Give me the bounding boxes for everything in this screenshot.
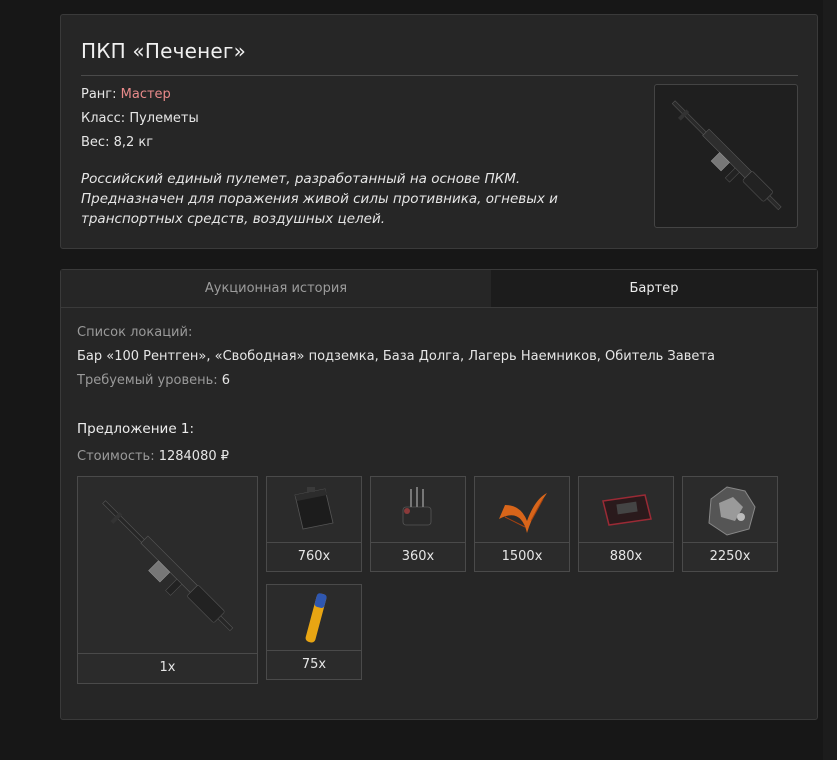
vial-icon [305, 593, 327, 643]
orange-fern-icon [499, 493, 547, 533]
red-tablet-icon [602, 494, 652, 526]
class-value: Пулеметы [129, 111, 199, 126]
ingredient-slot[interactable]: 880x [578, 476, 674, 572]
rank-label: Ранг: [81, 87, 117, 102]
page-scrollbar[interactable] [823, 0, 837, 760]
ingredient-count: 2250x [683, 542, 777, 571]
cost-value: 1284080 ₽ [158, 449, 230, 464]
machine-gun-icon [671, 100, 782, 211]
ingredient-slot[interactable]: 1500x [474, 476, 570, 572]
ingredient-count: 75x [267, 650, 361, 679]
tab-barter[interactable]: Бартер [491, 270, 817, 307]
device-component-icon [402, 487, 432, 526]
rank-value: Мастер [120, 87, 171, 102]
result-slot[interactable]: 1x [77, 476, 258, 684]
cost-row: Стоимость: 1284080 ₽ [77, 449, 229, 464]
item-title: ПКП «Печенег» [81, 39, 247, 63]
title-divider [81, 75, 798, 76]
weight-row: Вес: 8,2 кг [81, 135, 153, 150]
machine-gun-icon [102, 500, 234, 632]
barter-card: Аукционная история Бартер Список локаций… [60, 269, 818, 720]
ingredient-slot[interactable]: 75x [266, 584, 362, 680]
class-label: Класс: [81, 111, 126, 126]
ingredient-count: 1500x [475, 542, 569, 571]
locations-label: Список локаций: [77, 325, 193, 340]
weight-value: 8,2 кг [113, 135, 154, 150]
item-description: Российский единый пулемет, разработанный… [81, 171, 558, 227]
ingredient-slot[interactable]: 360x [370, 476, 466, 572]
ingredient-slot[interactable]: 760x [266, 476, 362, 572]
rank-row: Ранг: Мастер [81, 87, 171, 102]
offer-title: Предложение 1: [77, 421, 195, 437]
cost-label: Стоимость: [77, 449, 155, 464]
result-image [78, 477, 257, 654]
weight-label: Вес: [81, 135, 110, 150]
tab-auction-history[interactable]: Аукционная история [61, 270, 491, 307]
ingredient-count: 760x [267, 542, 361, 571]
item-info-card: ПКП «Печенег» Ранг: Мастер Класс: Пулеме… [60, 14, 818, 249]
ingredient-count: 360x [371, 542, 465, 571]
ingredient-slot[interactable]: 2250x [682, 476, 778, 572]
level-row: Требуемый уровень: 6 [77, 373, 230, 388]
ingredient-count: 880x [579, 542, 673, 571]
level-label: Требуемый уровень: [77, 373, 218, 388]
result-count: 1x [78, 653, 257, 683]
black-case-icon [294, 487, 334, 530]
weapon-thumbnail [654, 84, 798, 228]
class-row: Класс: Пулеметы [81, 111, 199, 126]
tab-bar: Аукционная история Бартер [61, 270, 817, 308]
ore-chunk-icon [708, 486, 756, 536]
locations-value: Бар «100 Рентген», «Свободная» подземка,… [77, 349, 715, 364]
level-value: 6 [221, 373, 231, 388]
